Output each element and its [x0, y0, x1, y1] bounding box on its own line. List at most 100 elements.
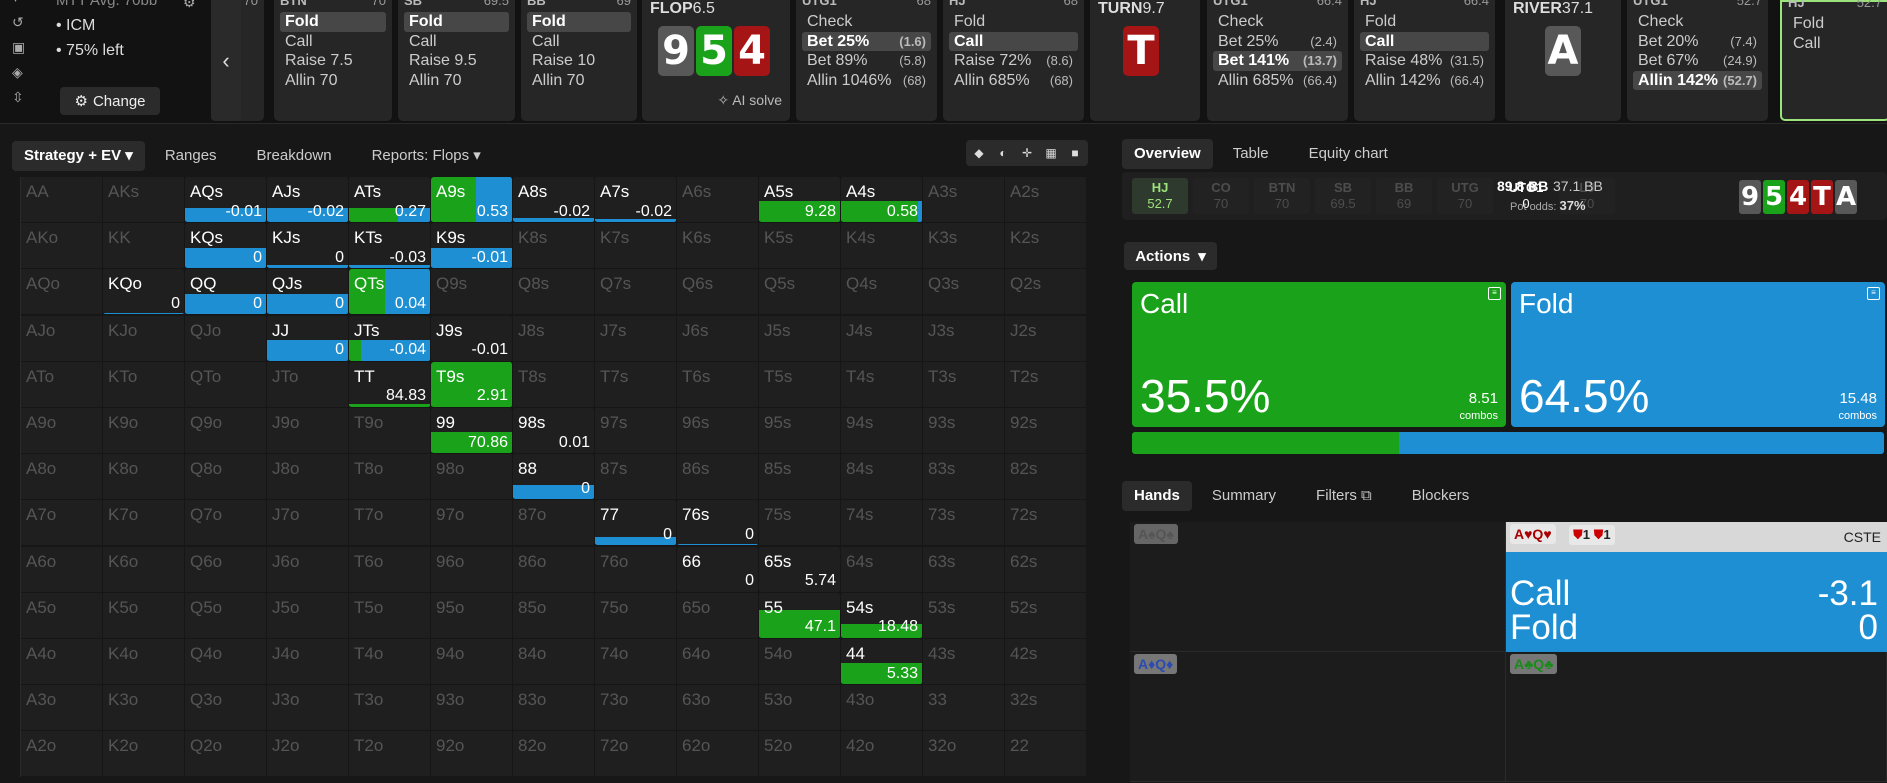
hand-cell-65o[interactable]: 65o [677, 592, 759, 639]
hand-cell-a7s[interactable]: A7s -0.02 [595, 177, 677, 223]
hand-cell-88[interactable]: 88 0 [513, 454, 595, 501]
hand-cell-j2s[interactable]: J2s [1005, 315, 1087, 362]
action-option[interactable]: Call [404, 32, 509, 52]
action-option[interactable]: Fold [404, 12, 509, 32]
hand-cell-93s[interactable]: 93s [923, 408, 1005, 454]
hand-cell-65s[interactable]: 65s 5.74 [759, 546, 841, 593]
hand-cell-t4o[interactable]: T4o [349, 639, 431, 685]
action-option[interactable]: Call [1788, 34, 1882, 54]
hand-cell-k7o[interactable]: K7o [103, 500, 185, 547]
action-option[interactable]: Call [527, 32, 631, 52]
hand-cell-73o[interactable]: 73o [595, 685, 677, 732]
action-option[interactable]: Call [280, 32, 386, 52]
hand-cell-k6o[interactable]: K6o [103, 546, 185, 593]
hand-cell-87o[interactable]: 87o [513, 500, 595, 547]
hand-cell-95o[interactable]: 95o [431, 592, 513, 639]
hand-cell-ats[interactable]: ATs 0.27 [349, 177, 431, 223]
hand-cell-j3o[interactable]: J3o [267, 685, 349, 732]
hand-cell-q2s[interactable]: Q2s [1005, 269, 1087, 316]
hand-cell-j8o[interactable]: J8o [267, 454, 349, 501]
tab-summary[interactable]: Summary [1192, 481, 1296, 511]
bookmark-icon[interactable]: ▾ [12, 0, 25, 4]
hand-cell-tt[interactable]: TT 84.83 [349, 361, 431, 408]
tab-ranges[interactable]: Ranges [145, 141, 237, 171]
hand-cell-83s[interactable]: 83s [923, 454, 1005, 501]
hand-cell-95s[interactable]: 95s [759, 408, 841, 454]
hand-cell-94s[interactable]: 94s [841, 408, 923, 454]
action-option[interactable]: Allin 142% (66.4) [1360, 71, 1489, 91]
hand-cell-42s[interactable]: 42s [1005, 639, 1087, 685]
hand-cell-t8o[interactable]: T8o [349, 454, 431, 501]
hand-cell-a3s[interactable]: A3s [923, 177, 1005, 223]
hand-cell-33[interactable]: 33 [923, 685, 1005, 732]
hand-cell-t6o[interactable]: T6o [349, 546, 431, 593]
hand-cell-aqs[interactable]: AQs -0.01 [185, 177, 267, 223]
action-option[interactable]: Fold [949, 12, 1078, 32]
hand-cell-j5o[interactable]: J5o [267, 592, 349, 639]
hand-cell-72s[interactable]: 72s [1005, 500, 1087, 547]
hand-cell-73s[interactable]: 73s [923, 500, 1005, 547]
hand-cell-98o[interactable]: 98o [431, 454, 513, 501]
action-option[interactable]: Bet 25% (1.6) [802, 31, 931, 51]
hand-cell-55[interactable]: 55 47.1 [759, 592, 841, 639]
tab-reports-flops[interactable]: Reports: Flops ▾ [352, 141, 501, 171]
hand-cell-aks[interactable]: AKs [103, 177, 185, 223]
hand-cell-t9o[interactable]: T9o [349, 408, 431, 454]
hand-cell-q5o[interactable]: Q5o [185, 592, 267, 639]
hand-cell-t4s[interactable]: T4s [841, 361, 923, 408]
hand-cell-62s[interactable]: 62s [1005, 546, 1087, 593]
hand-cell-77[interactable]: 77 0 [595, 500, 677, 547]
hand-cell-jto[interactable]: JTo [267, 361, 349, 408]
action-option[interactable]: Call [949, 31, 1078, 51]
hand-cell-a3o[interactable]: A3o [21, 685, 103, 732]
hand-cell-j5s[interactable]: J5s [759, 315, 841, 362]
hand-cell-53s[interactable]: 53s [923, 592, 1005, 639]
hand-cell-a7o[interactable]: A7o [21, 500, 103, 547]
hand-cell-q7s[interactable]: Q7s [595, 269, 677, 316]
hand-cell-q2o[interactable]: Q2o [185, 731, 267, 778]
hand-cell-74s[interactable]: 74s [841, 500, 923, 547]
hand-cell-t3s[interactable]: T3s [923, 361, 1005, 408]
hand-cell-t8s[interactable]: T8s [513, 361, 595, 408]
hand-cell-j8s[interactable]: J8s [513, 315, 595, 362]
selected-hand-cell[interactable]: A♥Q♥ ⛊1 ⛊1 CSTE Call -3.1 Fold 0 [1506, 522, 1887, 652]
hand-cell-98s[interactable]: 98s 0.01 [513, 408, 595, 454]
action-option[interactable]: Allin 685% (68) [949, 71, 1078, 91]
hand-cell-kjs[interactable]: KJs 0 [267, 223, 349, 270]
hand-cell-aa[interactable]: AA [21, 177, 103, 223]
hand-cell-97s[interactable]: 97s [595, 408, 677, 454]
action-option[interactable]: Allin 70 [527, 71, 631, 91]
hand-cell-96s[interactable]: 96s [677, 408, 759, 454]
hand-cell-j2o[interactable]: J2o [267, 731, 349, 778]
hand-cell-k4o[interactable]: K4o [103, 639, 185, 685]
hand-cell-k5s[interactable]: K5s [759, 223, 841, 270]
tab-table[interactable]: Table [1213, 139, 1289, 169]
hand-cell-kqo[interactable]: KQo 0 [103, 269, 185, 316]
hand-cell-j7s[interactable]: J7s [595, 315, 677, 362]
hand-cell-86s[interactable]: 86s [677, 454, 759, 501]
hand-cell-k9o[interactable]: K9o [103, 408, 185, 454]
hand-cell-92o[interactable]: 92o [431, 731, 513, 778]
action-option[interactable]: Allin 70 [280, 71, 386, 91]
hand-cell-jts[interactable]: JTs -0.04 [349, 315, 431, 362]
player-co[interactable]: CO 70 [1193, 178, 1249, 214]
action-option[interactable]: Fold [1360, 12, 1489, 32]
hand-cell-a2o[interactable]: A2o [21, 731, 103, 778]
hand-cell-qq[interactable]: QQ 0 [185, 269, 267, 316]
hand-cell-q6s[interactable]: Q6s [677, 269, 759, 316]
compact-view-icon[interactable]: ✛ [1016, 142, 1038, 164]
hand-cell-jj[interactable]: JJ 0 [267, 315, 349, 362]
action-option[interactable]: Check [1633, 12, 1762, 32]
tab-equity-chart[interactable]: Equity chart [1289, 139, 1408, 169]
hand-cell-42o[interactable]: 42o [841, 731, 923, 778]
hand-cell-43o[interactable]: 43o [841, 685, 923, 732]
hand-cell-j6s[interactable]: J6s [677, 315, 759, 362]
expand-icon[interactable]: ⇳ [12, 90, 25, 104]
action-option[interactable]: Check [1213, 12, 1342, 32]
hand-cell-q5s[interactable]: Q5s [759, 269, 841, 316]
action-option[interactable]: Raise 7.5 [280, 51, 386, 71]
hand-cell-96o[interactable]: 96o [431, 546, 513, 593]
hand-cell-k2s[interactable]: K2s [1005, 223, 1087, 270]
hand-cell-ako[interactable]: AKo [21, 223, 103, 270]
action-option[interactable]: Allin 1046% (68) [802, 71, 931, 91]
